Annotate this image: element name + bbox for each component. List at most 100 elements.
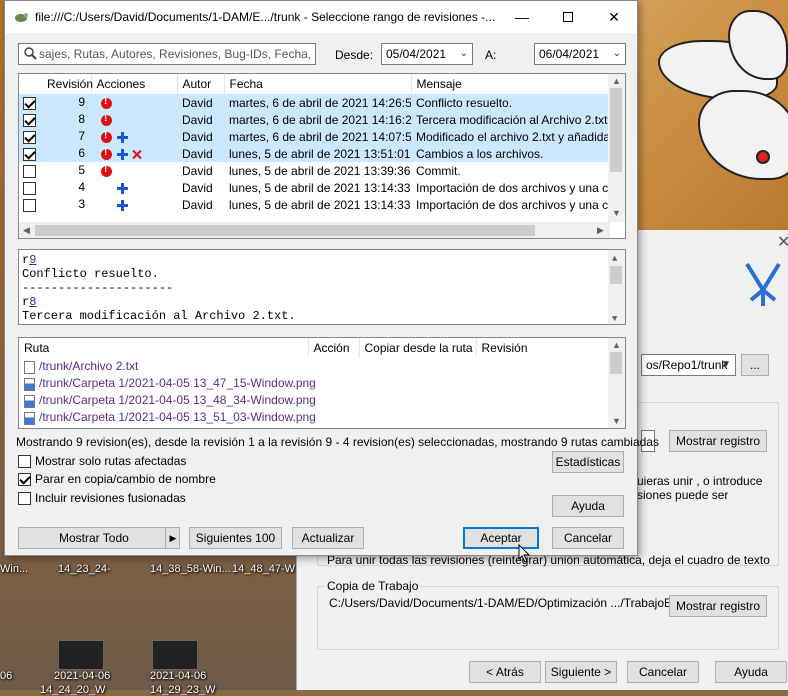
revision-row[interactable]: 9 Davidmartes, 6 de abril de 2021 14:26:5… bbox=[19, 94, 610, 111]
row-checkbox[interactable] bbox=[23, 130, 36, 144]
help-button[interactable]: Ayuda bbox=[715, 661, 787, 683]
row-checkbox[interactable] bbox=[23, 96, 36, 110]
path-text: /trunk/Carpeta 1/2021-04-05 13_51_03-Win… bbox=[39, 410, 316, 425]
option-affected-paths[interactable]: Mostrar solo rutas afectadas bbox=[18, 454, 186, 468]
log-message-box[interactable]: r9 Conflicto resuelto. -------------------… bbox=[18, 249, 626, 325]
revision-list-vscroll[interactable]: ▲ ▼ bbox=[608, 74, 625, 222]
message-cell: Importación de dos archivos y una carp bbox=[416, 180, 610, 195]
browse-button[interactable]: ... bbox=[741, 354, 769, 376]
message-cell: Importación de dos archivos y una carp bbox=[416, 197, 610, 212]
row-checkbox[interactable] bbox=[23, 113, 36, 127]
log-message-vscroll[interactable]: ▲ ▼ bbox=[608, 250, 625, 324]
show-log-button[interactable]: Mostrar registro bbox=[669, 430, 767, 452]
refresh-button[interactable]: Actualizar bbox=[292, 527, 364, 549]
title-bar[interactable]: file:///C:/Users/David/Documents/1-DAM/E… bbox=[5, 1, 637, 33]
from-date-picker[interactable]: 05/04/2021 ⌄ bbox=[381, 43, 473, 65]
checkbox[interactable] bbox=[18, 454, 31, 468]
revision-list[interactable]: RevisiónAccionesAutorFechaMensaje 9 David… bbox=[18, 73, 626, 239]
revision-list-hscroll[interactable]: ◀ ▶ bbox=[19, 222, 610, 238]
revision-link[interactable]: 9 bbox=[29, 253, 36, 267]
conflict-icon bbox=[101, 164, 112, 177]
to-date-picker[interactable]: 06/04/2021 ⌄ bbox=[534, 43, 626, 65]
status-text: Mostrando 9 revision(es), desde la revis… bbox=[16, 435, 659, 449]
log-line: --------------------- bbox=[22, 281, 174, 295]
close-icon[interactable]: ✕ bbox=[591, 1, 637, 33]
statistics-button[interactable]: Estadísticas bbox=[552, 451, 624, 473]
column-header[interactable]: Ruta bbox=[19, 338, 309, 358]
desktop-file-thumbnail[interactable] bbox=[58, 640, 104, 670]
cancel-button[interactable]: Cancelar bbox=[552, 527, 624, 549]
checkbox[interactable] bbox=[18, 472, 31, 486]
revision-row[interactable]: 4 David lunes, 5 de abril de 2021 13:14:33… bbox=[19, 179, 610, 196]
minimize-icon[interactable]: — bbox=[499, 1, 545, 33]
revision-link[interactable]: 8 bbox=[29, 295, 36, 309]
close-icon[interactable]: ✕ bbox=[777, 232, 788, 252]
date-cell: martes, 6 de abril de 2021 14:16:22 bbox=[224, 111, 411, 128]
revision-cell: 8 bbox=[19, 111, 91, 128]
path-text: /trunk/Carpeta 1/2021-04-05 13_47_15-Win… bbox=[39, 376, 316, 391]
path-text: /trunk/Archivo 2.txt bbox=[39, 359, 139, 374]
filter-placeholder: sajes, Rutas, Autores, Revisiones, Bug-I… bbox=[39, 47, 312, 61]
column-header[interactable]: Revisión bbox=[19, 74, 93, 94]
paths-vscroll[interactable]: ▲ ▼ bbox=[608, 338, 625, 428]
author-cell: David bbox=[177, 128, 224, 145]
revision-row[interactable]: 6 Davidlunes, 5 de abril de 2021 13:51:01… bbox=[19, 145, 610, 162]
image-file-icon bbox=[24, 394, 35, 408]
back-button[interactable]: < Atrás bbox=[469, 661, 541, 683]
added-icon bbox=[117, 199, 128, 211]
text-file-icon bbox=[24, 360, 35, 374]
next-100-button[interactable]: Siguientes 100 bbox=[189, 527, 282, 549]
path-row[interactable]: /trunk/Carpeta 1/2021-04-05 13_48_34-Win… bbox=[19, 392, 610, 409]
path-cell: /trunk/Archivo 2.txt bbox=[19, 358, 610, 375]
next-button[interactable]: Siguiente > bbox=[545, 661, 617, 683]
show-all-button[interactable]: Mostrar Todo ▶ bbox=[18, 527, 180, 549]
column-header[interactable]: Revisión bbox=[476, 338, 611, 358]
revision-row[interactable]: 7 Davidmartes, 6 de abril de 2021 14:07:5… bbox=[19, 128, 610, 145]
path-row[interactable]: /trunk/Archivo 2.txt bbox=[19, 358, 610, 375]
column-header[interactable]: Acciones bbox=[91, 74, 178, 94]
revision-row[interactable]: 5 David lunes, 5 de abril de 2021 13:39:36… bbox=[19, 162, 610, 179]
cancel-button[interactable]: Cancelar bbox=[627, 661, 699, 683]
path-cell: /trunk/Carpeta 1/2021-04-05 13_47_15-Win… bbox=[19, 375, 610, 392]
filter-search-input[interactable]: sajes, Rutas, Autores, Revisiones, Bug-I… bbox=[18, 43, 316, 65]
option-label: Incluir revisiones fusionadas bbox=[35, 491, 186, 505]
column-header[interactable]: Autor bbox=[177, 74, 225, 94]
column-header[interactable]: Fecha bbox=[224, 74, 412, 94]
repo-url-combo[interactable]: os/Repo1/trunk ▼ bbox=[641, 354, 736, 376]
path-cell: /trunk/Carpeta 1/2021-04-05 13_51_03-Win… bbox=[19, 409, 610, 426]
added-icon bbox=[117, 148, 128, 160]
dropdown-arrow-icon[interactable]: ▶ bbox=[165, 528, 180, 548]
log-line: Tercera modificación al Archivo 2.txt. bbox=[22, 309, 296, 323]
column-header[interactable]: Copiar desde la ruta bbox=[359, 338, 477, 358]
row-checkbox[interactable] bbox=[23, 147, 36, 161]
working-copy-path: C:/Users/David/Documents/1-DAM/ED/Optimi… bbox=[329, 596, 688, 610]
message-cell: Commit. bbox=[416, 163, 461, 178]
path-text: /trunk/Carpeta 1/2021-04-05 13_48_34-Win… bbox=[39, 393, 316, 408]
show-log-button[interactable]: Mostrar registro bbox=[669, 595, 767, 617]
maximize-icon[interactable] bbox=[545, 1, 591, 33]
option-stop-on-copy[interactable]: Parar en copia/cambio de nombre bbox=[18, 472, 216, 486]
revision-row[interactable]: 3 David lunes, 5 de abril de 2021 13:14:33… bbox=[19, 196, 610, 213]
option-include-merged[interactable]: Incluir revisiones fusionadas bbox=[18, 491, 186, 505]
tortoise-app-icon bbox=[13, 9, 29, 28]
desktop-icon-label: 2021-04-06 bbox=[54, 670, 111, 682]
changed-paths-list[interactable]: Ruta Acción Copiar desde la ruta Revisión /… bbox=[18, 337, 626, 429]
column-header[interactable]: Mensaje bbox=[411, 74, 611, 94]
help-button[interactable]: Ayuda bbox=[552, 495, 624, 517]
row-checkbox[interactable] bbox=[23, 164, 36, 178]
deleted-icon bbox=[131, 149, 142, 160]
row-checkbox[interactable] bbox=[23, 181, 36, 195]
path-row[interactable]: /trunk/Carpeta 1/2021-04-05 13_47_15-Win… bbox=[19, 375, 610, 392]
actions-cell bbox=[91, 145, 177, 162]
row-checkbox[interactable] bbox=[23, 198, 36, 212]
path-row[interactable]: /trunk/Carpeta 1/2021-04-05 13_51_03-Win… bbox=[19, 409, 610, 426]
desktop-file-thumbnail[interactable] bbox=[152, 640, 198, 670]
revision-number: 9 bbox=[78, 95, 85, 110]
message-cell: Modificado el archivo 2.txt y añadidas f bbox=[411, 128, 610, 145]
column-header[interactable]: Acción bbox=[308, 338, 360, 358]
wallpaper-art bbox=[638, 0, 788, 230]
actions-cell bbox=[91, 94, 177, 111]
checkbox[interactable] bbox=[18, 491, 31, 505]
revision-row[interactable]: 8 Davidmartes, 6 de abril de 2021 14:16:2… bbox=[19, 111, 610, 128]
conflict-icon bbox=[101, 96, 112, 109]
